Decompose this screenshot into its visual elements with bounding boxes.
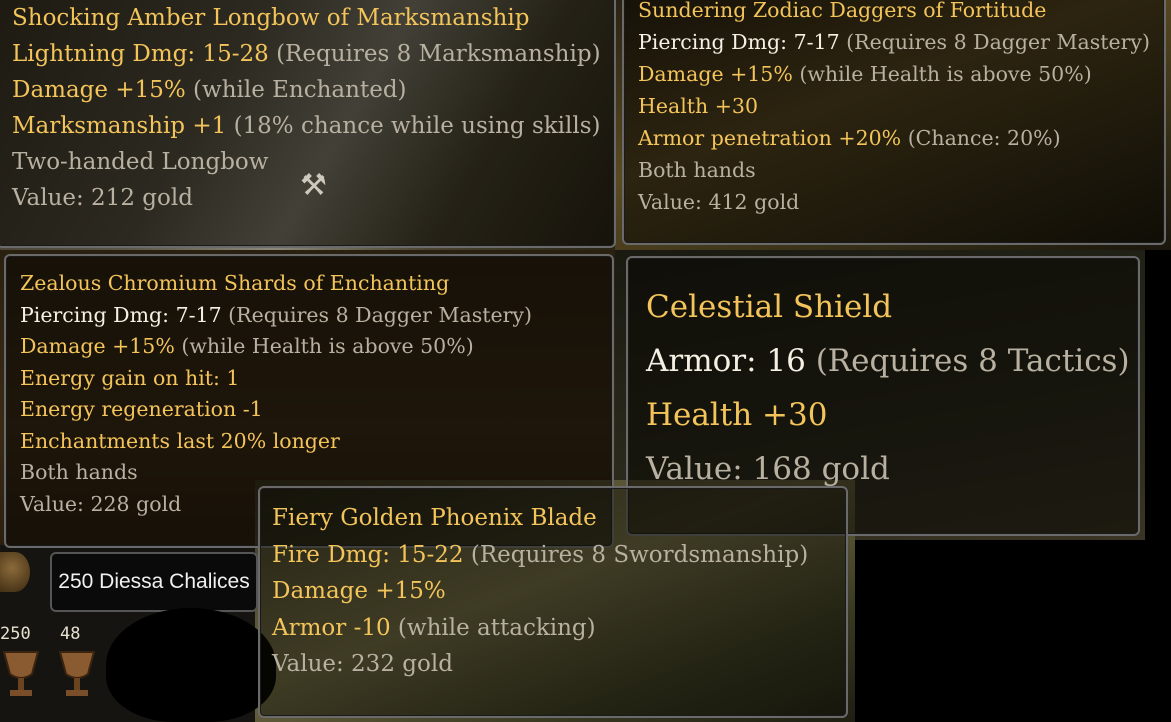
item-tooltip-longbow: Shocking Amber Longbow of Marksmanship L… bbox=[0, 0, 616, 248]
stat-line: Energy gain on hit: 1 bbox=[20, 365, 240, 390]
stack-count: 48 bbox=[60, 624, 81, 644]
stat-line: Piercing Dmg: 7-17 (Requires 8 Dagger Ma… bbox=[638, 30, 1150, 54]
item-value: Value: 232 gold bbox=[272, 651, 453, 677]
stat-line: Damage +15% (while Health is above 50%) bbox=[20, 334, 474, 358]
stat-line: Damage +15% (while Health is above 50%) bbox=[638, 62, 1092, 86]
axe-icon: ⚒ bbox=[300, 168, 327, 203]
stat-line: Armor penetration +20% (Chance: 20%) bbox=[638, 126, 1061, 150]
item-title: Fiery Golden Phoenix Blade bbox=[272, 505, 597, 531]
stat-line: Lightning Dmg: 15-28 (Requires 8 Marksma… bbox=[12, 41, 601, 67]
stat-line: Armor -10 (while attacking) bbox=[272, 614, 596, 641]
item-tooltip-daggers: Sundering Zodiac Daggers of Fortitude Pi… bbox=[622, 0, 1166, 245]
stat-line: Marksmanship +1 (18% chance while using … bbox=[12, 113, 601, 139]
item-type: Both hands bbox=[638, 158, 756, 182]
item-type: Both hands bbox=[20, 460, 138, 484]
occluding-shape bbox=[106, 608, 276, 722]
stat-line: Damage +15% bbox=[272, 578, 446, 604]
item-title: Celestial Shield bbox=[646, 289, 893, 325]
stat-line: Health +30 bbox=[638, 94, 759, 118]
stat-line: Enchantments last 20% longer bbox=[20, 428, 340, 453]
stat-line: Energy regeneration -1 bbox=[20, 397, 263, 421]
chalice-icon[interactable] bbox=[56, 648, 98, 700]
stat-line: Damage +15% (while Enchanted) bbox=[12, 77, 407, 103]
inventory-item-label: 250 Diessa Chalices bbox=[50, 552, 258, 612]
item-value: Value: 412 gold bbox=[638, 190, 800, 214]
item-title: Sundering Zodiac Daggers of Fortitude bbox=[638, 0, 1047, 22]
stack-count: 250 bbox=[0, 624, 31, 644]
item-title: Zealous Chromium Shards of Enchanting bbox=[20, 271, 450, 295]
item-title: Shocking Amber Longbow of Marksmanship bbox=[12, 5, 530, 31]
stat-line: Piercing Dmg: 7-17 (Requires 8 Dagger Ma… bbox=[20, 302, 532, 327]
item-tooltip-blade: Fiery Golden Phoenix Blade Fire Dmg: 15-… bbox=[258, 486, 848, 718]
stat-line: Health +30 bbox=[646, 397, 828, 433]
stat-line: Armor: 16 (Requires 8 Tactics) bbox=[646, 343, 1130, 379]
sack-icon[interactable] bbox=[0, 552, 30, 592]
stat-line: Fire Dmg: 15-22 (Requires 8 Swordsmanshi… bbox=[272, 541, 809, 568]
chalice-icon[interactable] bbox=[0, 648, 42, 700]
